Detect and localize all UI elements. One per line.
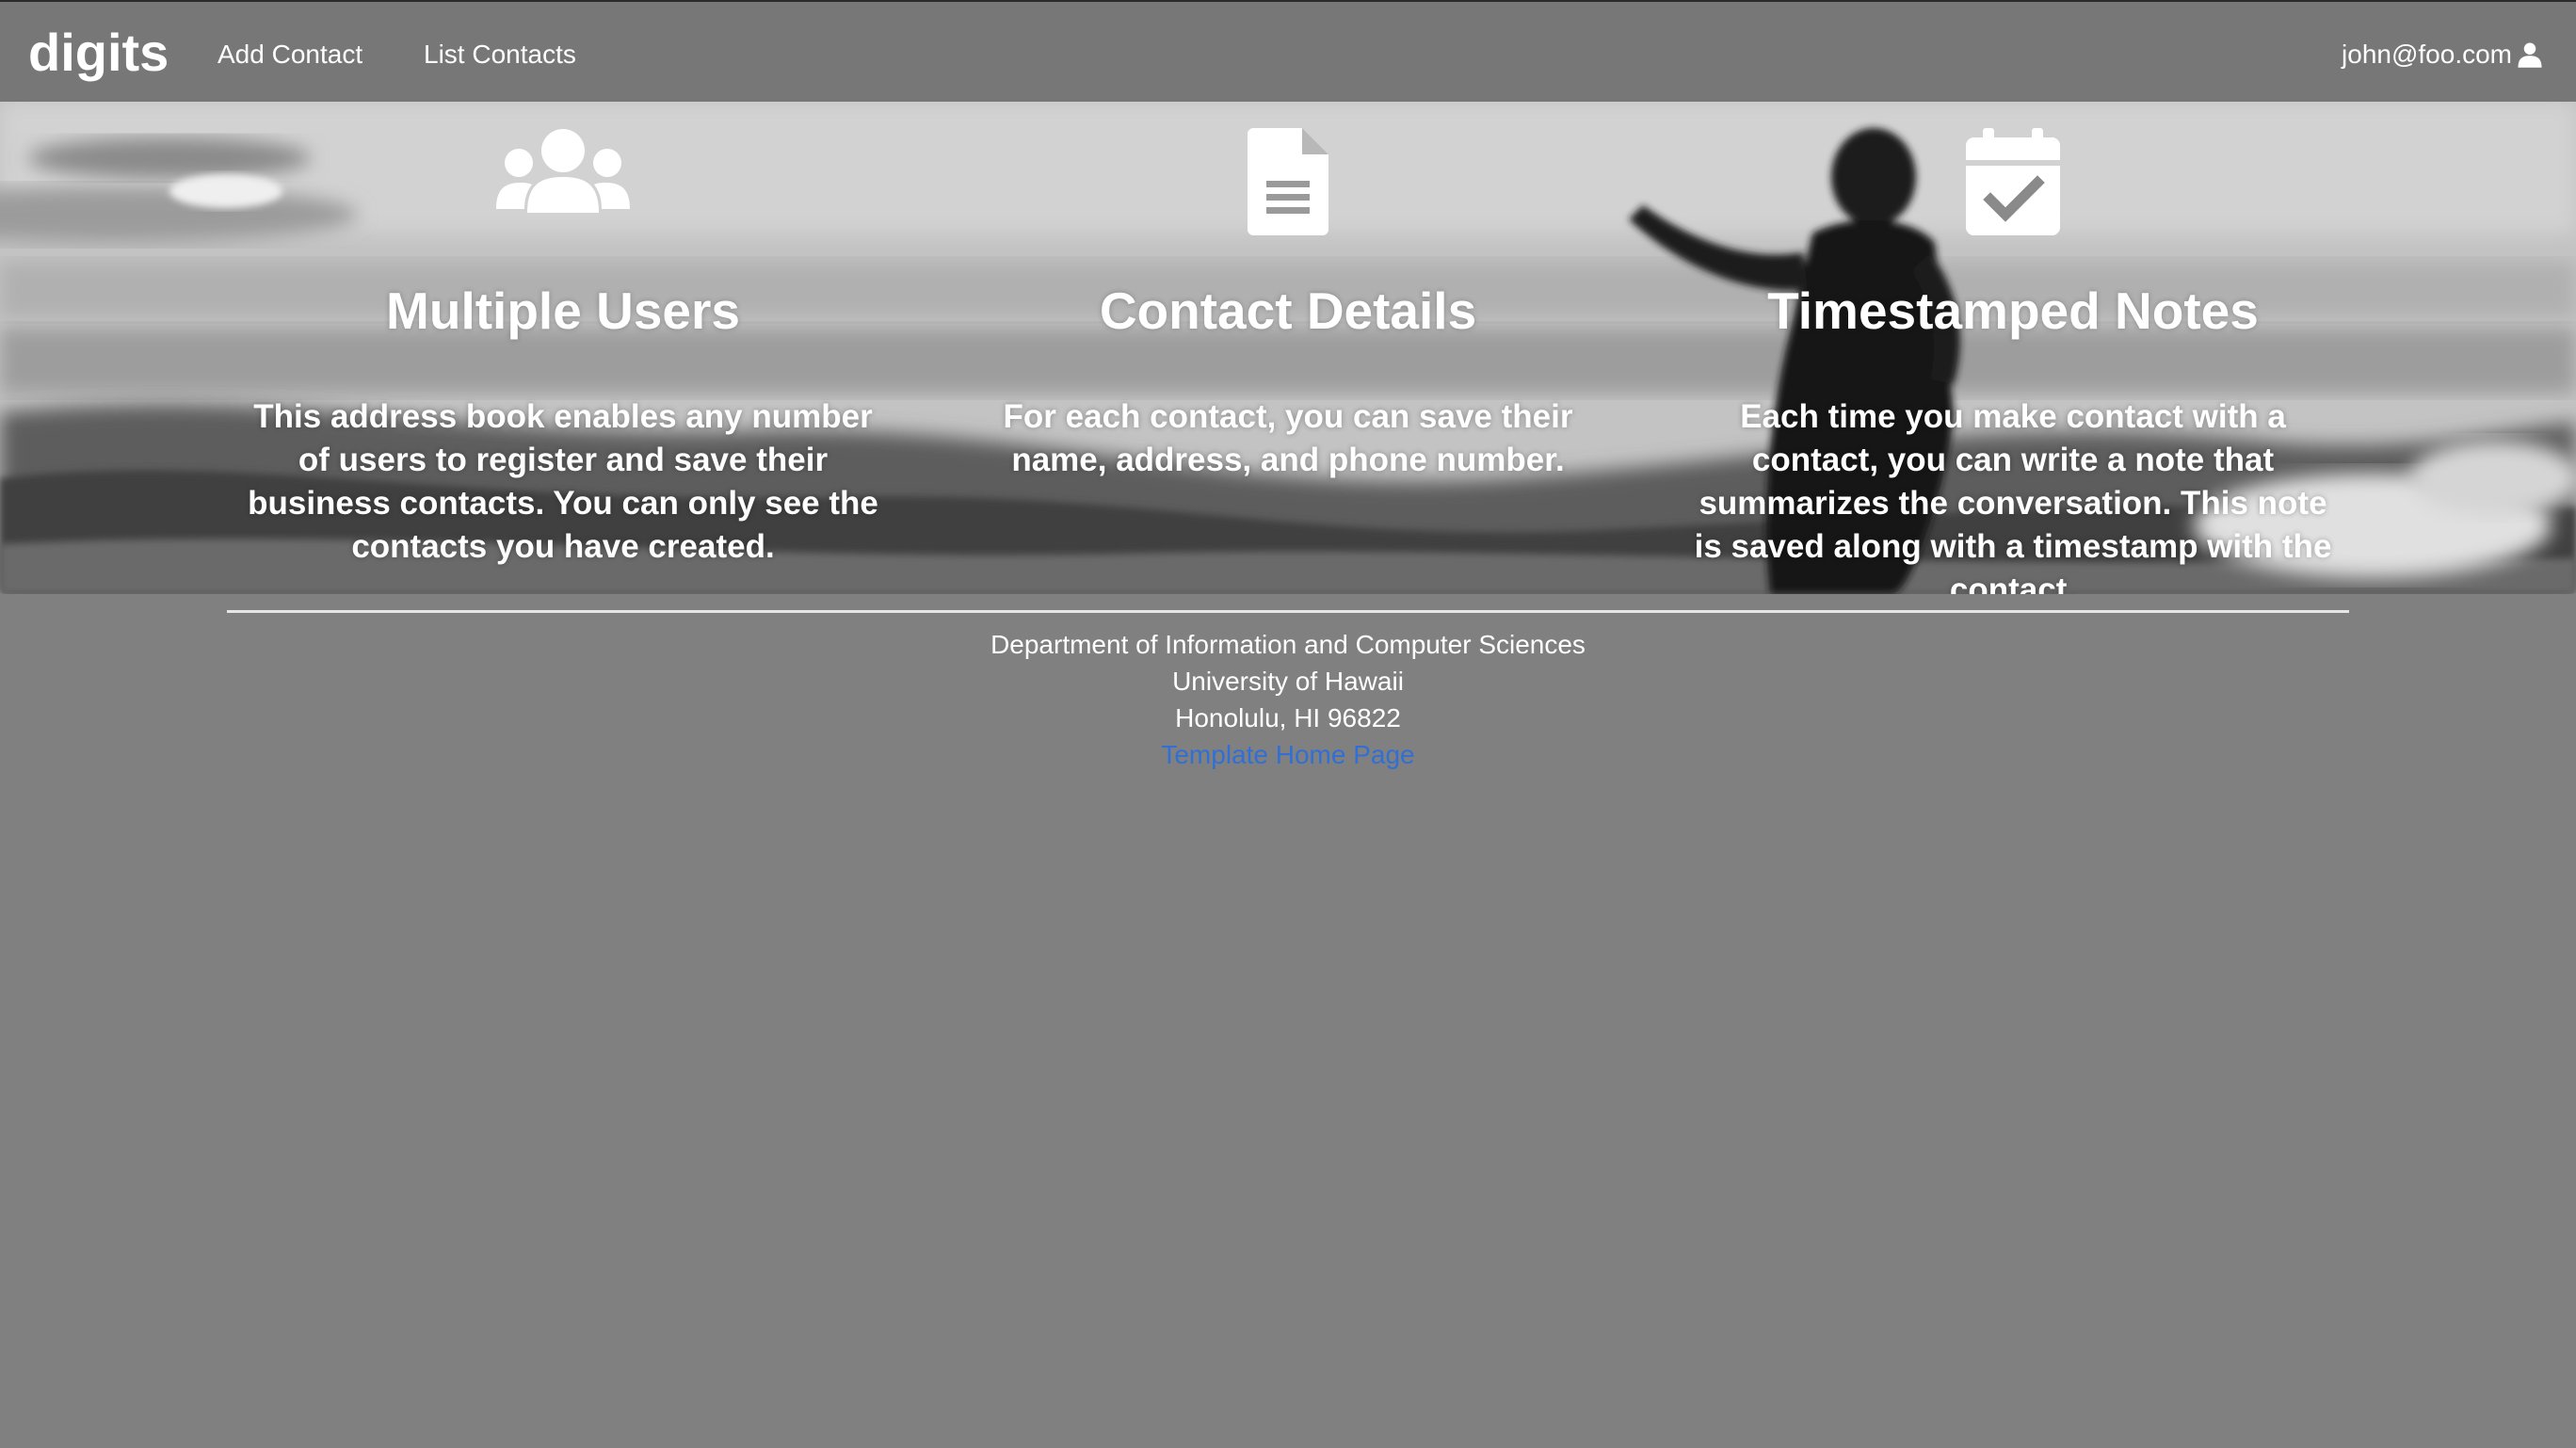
hero-landing-section: Multiple Users This address book enables…	[0, 102, 2576, 594]
feature-description: Each time you make contact with a contac…	[1694, 398, 2332, 594]
users-icon	[496, 129, 630, 213]
footer-address: Honolulu, HI 96822	[1175, 703, 1401, 732]
feature-description: For each contact, you can save their nam…	[1003, 398, 1573, 478]
template-home-page-link[interactable]: Template Home Page	[1161, 740, 1414, 769]
footer-department: Department of Information and Computer S…	[990, 630, 1586, 659]
top-navbar: digits Add Contact List Contacts john@fo…	[0, 0, 2576, 102]
feature-title: Timestamped Notes	[1767, 282, 2259, 340]
user-menu-dropdown[interactable]: john@foo.com	[2342, 38, 2544, 72]
user-email: john@foo.com	[2342, 40, 2512, 69]
calendar-check-icon	[1966, 128, 2060, 235]
nav-list-contacts-link[interactable]: List Contacts	[424, 38, 576, 72]
feature-title: Multiple Users	[386, 282, 740, 340]
feature-title: Contact Details	[1099, 282, 1477, 340]
footer-university: University of Hawaii	[1172, 667, 1404, 696]
footer-divider	[227, 610, 2349, 613]
user-icon	[2518, 42, 2542, 68]
page-footer: Department of Information and Computer S…	[0, 626, 2576, 773]
brand-logo-link[interactable]: digits	[28, 23, 169, 83]
feature-description: This address book enables any number of …	[248, 398, 878, 565]
nav-add-contact-link[interactable]: Add Contact	[217, 38, 362, 72]
file-text-icon	[1248, 128, 1328, 235]
